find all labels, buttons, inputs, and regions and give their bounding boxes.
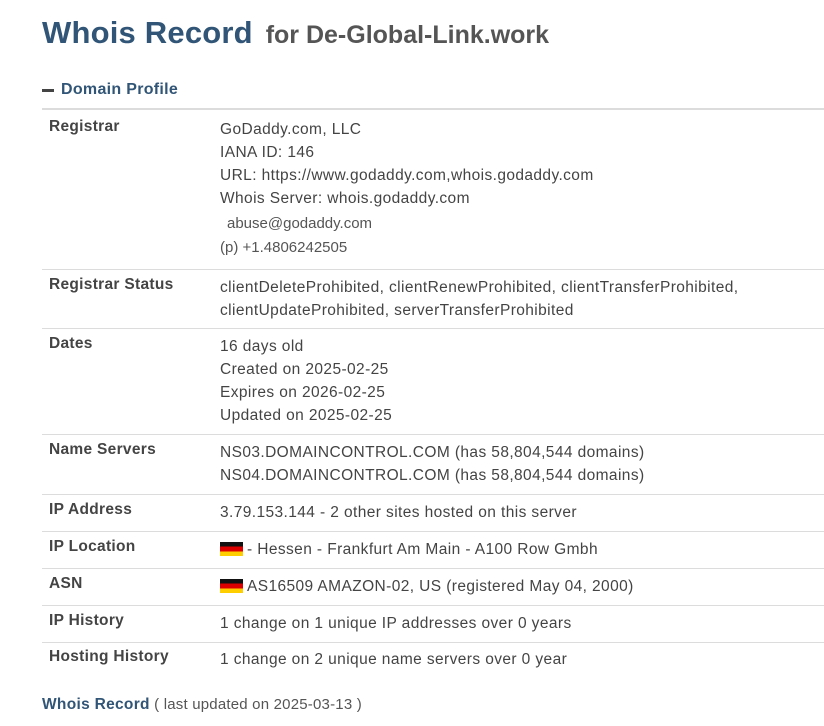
ip-location-text: - Hessen - Frankfurt Am Main - A100 Row … <box>247 540 598 558</box>
ip-history-text: 1 change on 1 unique IP addresses over 0… <box>220 614 572 632</box>
page-title-main: Whois Record <box>42 15 253 50</box>
registrar-status-value: clientDeleteProhibited, clientRenewProhi… <box>219 269 824 328</box>
asn-label: ASN <box>49 574 83 592</box>
domain-profile-label: Domain Profile <box>61 81 179 98</box>
domain-profile-toggle[interactable]: Domain Profile <box>42 79 178 101</box>
table-row-registrar-status: Registrar Status clientDeleteProhibited,… <box>42 269 824 328</box>
whois-record-footer: Whois Record ( last updated on 2025-03-1… <box>42 696 362 714</box>
asn-text: AS16509 AMAZON-02, US (registered May 04… <box>247 577 634 595</box>
registrar-whois-server: Whois Server: whois.godaddy.com <box>220 190 470 207</box>
registrar-abuse-phone-image: (p) +1.4806242505 <box>220 239 348 256</box>
expires-date: Expires on 2026-02-25 <box>220 383 386 401</box>
dates-label: Dates <box>49 334 93 352</box>
hosting-history-text: 1 change on 2 unique name servers over 0… <box>220 650 568 668</box>
last-updated-note: ( last updated on 2025-03-13 ) <box>154 696 362 713</box>
page-title: Whois Record for De-Global-Link.work <box>42 14 549 51</box>
hosting-history-value: 1 change on 2 unique name servers over 0… <box>219 642 824 679</box>
registrar-name: GoDaddy.com, LLC <box>220 121 362 138</box>
ip-history-label: IP History <box>49 611 125 629</box>
ip-location-label: IP Location <box>49 537 136 555</box>
created-date: Created on 2025-02-25 <box>220 360 389 378</box>
minus-icon[interactable] <box>42 89 54 92</box>
domain-age: 16 days old <box>220 337 304 355</box>
table-row-hosting-history: Hosting History 1 change on 2 unique nam… <box>42 642 824 679</box>
registrar-label: Registrar <box>49 118 120 135</box>
asn-value: AS16509 AMAZON-02, US (registered May 04… <box>219 568 824 605</box>
table-row-ip-location: IP Location - Hessen - Frankfurt Am Main… <box>42 531 824 568</box>
hosting-history-label: Hosting History <box>49 647 169 665</box>
dates-value: 16 days old Created on 2025-02-25 Expire… <box>219 328 824 434</box>
whois-record-link[interactable]: Whois Record <box>42 696 150 713</box>
page-title-domain: for De-Global-Link.work <box>265 21 550 49</box>
ip-address-label: IP Address <box>49 500 133 518</box>
germany-flag-icon <box>220 578 243 593</box>
name-server-1: NS03.DOMAINCONTROL.COM (has 58,804,544 d… <box>220 443 645 461</box>
name-servers-label: Name Servers <box>49 440 157 458</box>
registrar-iana-id: IANA ID: 146 <box>220 144 315 161</box>
ip-location-value: - Hessen - Frankfurt Am Main - A100 Row … <box>219 531 824 568</box>
registrar-abuse-email-image: abuse@godaddy.com <box>227 215 373 232</box>
ip-history-value: 1 change on 1 unique IP addresses over 0… <box>219 605 824 642</box>
name-server-2: NS04.DOMAINCONTROL.COM (has 58,804,544 d… <box>220 466 645 484</box>
table-row-ip-history: IP History 1 change on 1 unique IP addre… <box>42 605 824 642</box>
registrar-status-line-1: clientDeleteProhibited, clientRenewProhi… <box>220 278 739 296</box>
domain-profile-table: Registrar GoDaddy.com, LLC IANA ID: 146 … <box>42 108 824 679</box>
ip-address-value: 3.79.153.144 - 2 other sites hosted on t… <box>219 494 824 531</box>
table-row-ip-address: IP Address 3.79.153.144 - 2 other sites … <box>42 494 824 531</box>
updated-date: Updated on 2025-02-25 <box>220 406 393 424</box>
table-row-name-servers: Name Servers NS03.DOMAINCONTROL.COM (has… <box>42 434 824 494</box>
registrar-url: URL: https://www.godaddy.com,whois.godad… <box>220 167 594 184</box>
table-row-registrar: Registrar GoDaddy.com, LLC IANA ID: 146 … <box>42 109 824 269</box>
registrar-value: GoDaddy.com, LLC IANA ID: 146 URL: https… <box>219 109 824 269</box>
asn-line: AS16509 AMAZON-02, US (registered May 04… <box>220 575 823 598</box>
registrar-status-label: Registrar Status <box>49 275 174 293</box>
ip-address-text: 3.79.153.144 - 2 other sites hosted on t… <box>220 503 577 521</box>
table-row-asn: ASN AS16509 AMAZON-02, US (registered Ma… <box>42 568 824 605</box>
registrar-status-line-2: clientUpdateProhibited, serverTransferPr… <box>220 301 574 319</box>
table-row-dates: Dates 16 days old Created on 2025-02-25 … <box>42 328 824 434</box>
germany-flag-icon <box>220 541 243 556</box>
name-servers-value: NS03.DOMAINCONTROL.COM (has 58,804,544 d… <box>219 434 824 494</box>
ip-location-line: - Hessen - Frankfurt Am Main - A100 Row … <box>220 538 823 561</box>
